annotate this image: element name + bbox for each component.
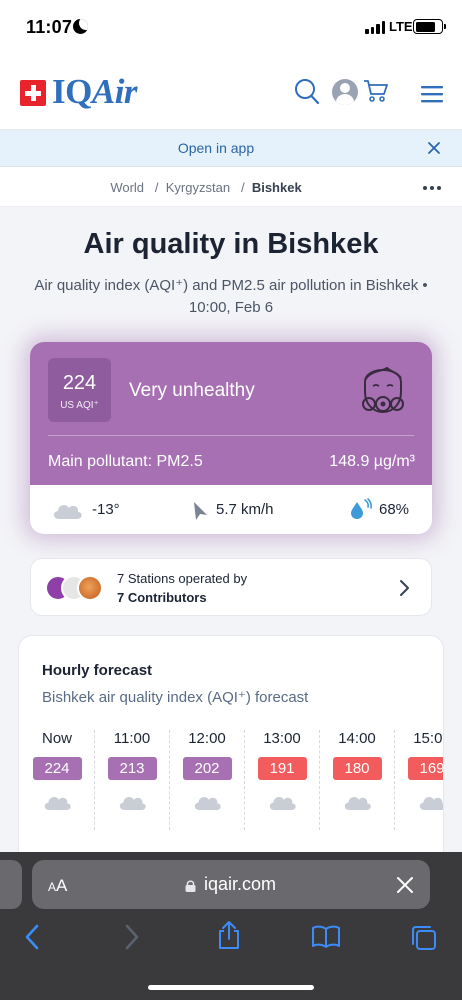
browser-toolbar: AA iqair.com [0,852,462,1000]
address-bar[interactable]: AA iqair.com [32,860,430,909]
chevron-right-icon [400,580,409,596]
forecast-aqi-badge: 169 [407,757,443,780]
cloud-icon [419,797,443,810]
bookmarks-icon[interactable] [311,924,341,948]
close-icon[interactable] [396,876,414,894]
open-in-app-link[interactable]: Open in app [0,140,432,156]
cloud-icon [194,797,221,810]
signal-icon [365,21,385,34]
search-icon[interactable] [294,78,320,106]
breadcrumb: World / Kyrgyzstan / Bishkek [0,180,412,195]
share-icon[interactable] [216,920,242,950]
hamburger-menu-icon[interactable] [420,84,444,104]
humidity-icon [351,498,372,519]
humidity: 68% [379,501,410,518]
wind-direction-icon [194,502,207,520]
url-value: iqair.com [203,874,277,894]
main-pollutant: Main pollutant: PM2.5 [48,453,203,470]
iqair-logo[interactable]: IQAir [52,72,138,112]
cloud-icon [53,505,82,519]
forecast-aqi-badge: 213 [107,757,157,780]
forecast-time: 11:00 [113,730,151,747]
aqi-level: Very unhealthy [129,380,255,401]
forecast-time: 12:00 [188,730,226,747]
close-icon[interactable] [426,140,442,156]
forecast-time: 15:00 [413,730,443,747]
forecast-hour: 15:00 169 [395,728,443,838]
temperature: -13° [92,501,120,518]
stations-count: 7 Stations operated by [117,571,248,586]
contributors-count: 7 Contributors [117,590,207,605]
forecast-aqi-badge: 224 [32,757,82,780]
forecast-hour: 12:00 202 [170,728,244,838]
forecast-time: Now [41,730,72,747]
logo-suffix: Air [91,72,138,111]
previous-tab-preview[interactable] [0,860,22,909]
forecast-subtitle: Bishkek air quality index (AQI⁺) forecas… [42,689,309,706]
status-bar: 11:07 LTE [0,0,462,54]
forward-icon[interactable] [124,924,140,950]
battery-icon [413,19,446,34]
aqi-unit: US AQI⁺ [60,400,99,411]
forecast-aqi-badge: 180 [332,757,382,780]
cart-icon[interactable] [363,78,389,104]
contributor-avatar [77,575,103,601]
forecast-aqi-badge: 202 [182,757,232,780]
forecast-hour: Now 224 [20,728,94,838]
stations-card[interactable]: 7 Stations operated by 7 Contributors [30,558,432,616]
swiss-flag-icon [20,80,46,106]
forecast-aqi-badge: 191 [257,757,307,780]
forecast-time: 13:00 [263,730,301,747]
page-title: Air quality in Bishkek [83,228,379,260]
gas-mask-face-icon [362,366,404,414]
aqi-summary: 224 US AQI⁺ Very unhealthy Main pollutan… [30,342,432,485]
forecast-hour: 13:00 191 [245,728,319,838]
home-indicator [148,985,314,990]
breadcrumb-row: World / Kyrgyzstan / Bishkek [0,167,462,207]
open-in-app-banner: Open in app [0,130,462,167]
breadcrumb-kyrgyzstan[interactable]: Kyrgyzstan [166,180,230,195]
site-header: IQAir [0,54,462,130]
aqi-value-box: 224 US AQI⁺ [48,358,111,422]
cloud-icon [44,797,71,810]
more-options-icon[interactable] [423,186,441,190]
aqi-card: 224 US AQI⁺ Very unhealthy Main pollutan… [30,342,432,534]
aqi-divider [48,435,414,436]
cloud-icon [269,797,296,810]
forecast-time: 14:00 [338,730,376,747]
forecast-hour: 14:00 180 [320,728,394,838]
forecast-title: Hourly forecast [42,662,153,679]
breadcrumb-current: Bishkek [251,180,302,195]
logo-prefix: IQ [52,72,92,111]
aqi-value: 224 [62,372,97,394]
breadcrumb-world[interactable]: World [110,180,144,195]
do-not-disturb-icon [73,19,88,34]
tabs-icon[interactable] [410,924,438,952]
wind-speed: 5.7 km/h [216,501,274,518]
network-label: LTE [389,19,413,34]
weather-row: -13° 5.7 km/h 68% [30,485,432,534]
user-avatar[interactable] [332,79,358,105]
cloud-icon [119,797,146,810]
pollutant-concentration: 148.9 µg/m³ [329,453,415,470]
status-time: 11:07 [26,17,73,37]
url-text: iqair.com [32,874,430,895]
forecast-hour: 11:00 213 [95,728,169,838]
back-icon[interactable] [24,924,40,950]
page-subtitle: Air quality index (AQI⁺) and PM2.5 air p… [34,277,428,316]
cloud-icon [344,797,371,810]
hourly-forecast-card: Hourly forecast Bishkek air quality inde… [18,635,444,865]
